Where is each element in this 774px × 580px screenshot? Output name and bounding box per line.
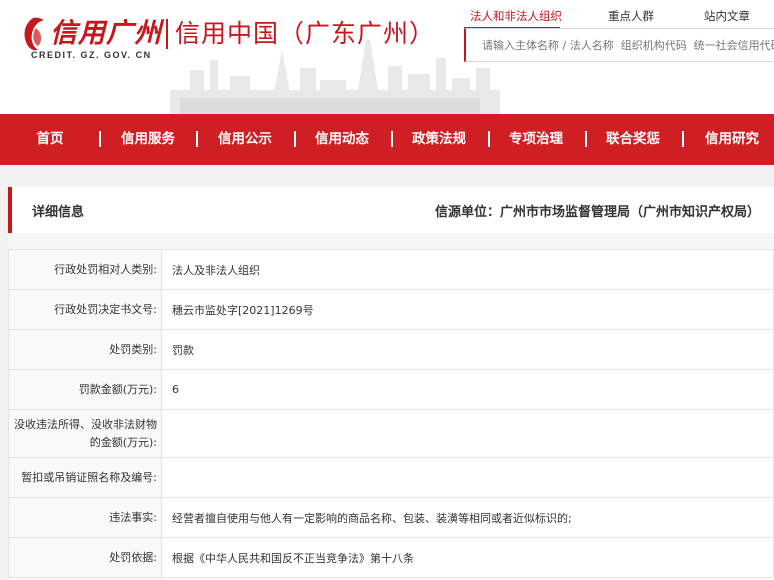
search-input[interactable]: [466, 29, 774, 61]
field-value: 经营者擅自使用与他人有一定影响的商品名称、包装、装潢等相同或者近似标识的;: [161, 497, 774, 538]
search-tab-organization[interactable]: 法人和非法人组织: [470, 8, 562, 24]
nav-separator: [99, 131, 101, 147]
field-label: 没收违法所得、没收非法财物的金额(万元):: [8, 409, 162, 458]
site-logo[interactable]: 信用广州 信用中国（广东广州）: [20, 14, 435, 54]
table-row: 暂扣或吊销证照名称及编号:: [8, 457, 774, 498]
detail-panel: 详细信息 信源单位：广州市市场监督管理局（广州市知识产权局） 行政处罚相对人类别…: [8, 187, 774, 580]
nav-item-special-governance[interactable]: 专项治理: [500, 114, 572, 165]
logo-divider: [166, 19, 168, 49]
field-value: 根据《中华人民共和国反不正当竞争法》第十八条: [161, 537, 774, 578]
table-row: 行政处罚相对人类别: 法人及非法人组织: [8, 249, 774, 290]
field-label: 暂扣或吊销证照名称及编号:: [8, 457, 162, 498]
panel-title: 详细信息: [32, 205, 85, 220]
search-box: [464, 28, 774, 62]
field-label: 处罚类别:: [8, 329, 162, 370]
field-label: 违法事实:: [8, 497, 162, 538]
search-tab-site-articles[interactable]: 站内文章: [704, 8, 750, 24]
nav-item-credit-service[interactable]: 信用服务: [112, 114, 184, 165]
nav-item-home[interactable]: 首页: [20, 114, 80, 165]
field-value: [161, 409, 774, 458]
credit-logo-icon: [24, 17, 44, 51]
nav-item-credit-research[interactable]: 信用研究: [696, 114, 768, 165]
search-tab-key-groups[interactable]: 重点人群: [608, 8, 654, 24]
nav-separator: [391, 131, 393, 147]
main-navigation: 首页 信用服务 信用公示 信用动态 政策法规 专项治理 联合奖惩 信用研究: [0, 114, 774, 165]
nav-separator: [294, 131, 296, 147]
field-value: [161, 457, 774, 498]
table-row: 处罚依据: 根据《中华人民共和国反不正当竞争法》第十八条: [8, 537, 774, 578]
nav-separator: [488, 131, 490, 147]
search-tabs: 法人和非法人组织 重点人群 站内文章: [464, 4, 774, 29]
nav-separator: [585, 131, 587, 147]
panel-divider: [8, 233, 774, 249]
field-label: 罚款金额(万元):: [8, 369, 162, 410]
table-row: 处罚类别: 罚款: [8, 329, 774, 370]
nav-item-credit-news[interactable]: 信用动态: [306, 114, 378, 165]
nav-item-policies[interactable]: 政策法规: [403, 114, 475, 165]
detail-table: 行政处罚相对人类别: 法人及非法人组织 行政处罚决定书文号: 穗云市监处字[20…: [8, 249, 774, 578]
table-row: 违法事实: 经营者擅自使用与他人有一定影响的商品名称、包装、装潢等相同或者近似标…: [8, 497, 774, 538]
logo-url: CREDIT. GZ. GOV. CN: [31, 50, 152, 60]
table-row: 行政处罚决定书文号: 穗云市监处字[2021]1269号: [8, 289, 774, 330]
nav-item-joint-rewards[interactable]: 联合奖惩: [597, 114, 669, 165]
detail-panel-header: 详细信息 信源单位：广州市市场监督管理局（广州市知识产权局）: [8, 187, 774, 233]
table-row: 罚款金额(万元): 6: [8, 369, 774, 410]
field-label: 行政处罚决定书文号:: [8, 289, 162, 330]
table-row: 没收违法所得、没收非法财物的金额(万元):: [8, 409, 774, 458]
site-header: 信用广州 信用中国（广东广州） CREDIT. GZ. GOV. CN 法人和非…: [0, 0, 774, 114]
field-value: 穗云市监处字[2021]1269号: [161, 289, 774, 330]
logo-name: 信用广州: [50, 18, 162, 49]
source-unit-label: 信源单位：: [434, 205, 500, 220]
nav-separator: [682, 131, 684, 147]
field-value: 法人及非法人组织: [161, 249, 774, 290]
field-label: 处罚依据:: [8, 537, 162, 578]
source-unit: 信源单位：广州市市场监督管理局（广州市知识产权局）: [435, 201, 760, 220]
field-value: 罚款: [161, 329, 774, 370]
nav-separator: [196, 131, 198, 147]
source-unit-value: 广州市市场监督管理局（广州市知识产权局）: [499, 205, 760, 220]
field-label: 行政处罚相对人类别:: [8, 249, 162, 290]
field-value: 6: [161, 369, 774, 410]
logo-subtitle: 信用中国（广东广州）: [175, 19, 436, 48]
nav-item-credit-disclosure[interactable]: 信用公示: [209, 114, 281, 165]
